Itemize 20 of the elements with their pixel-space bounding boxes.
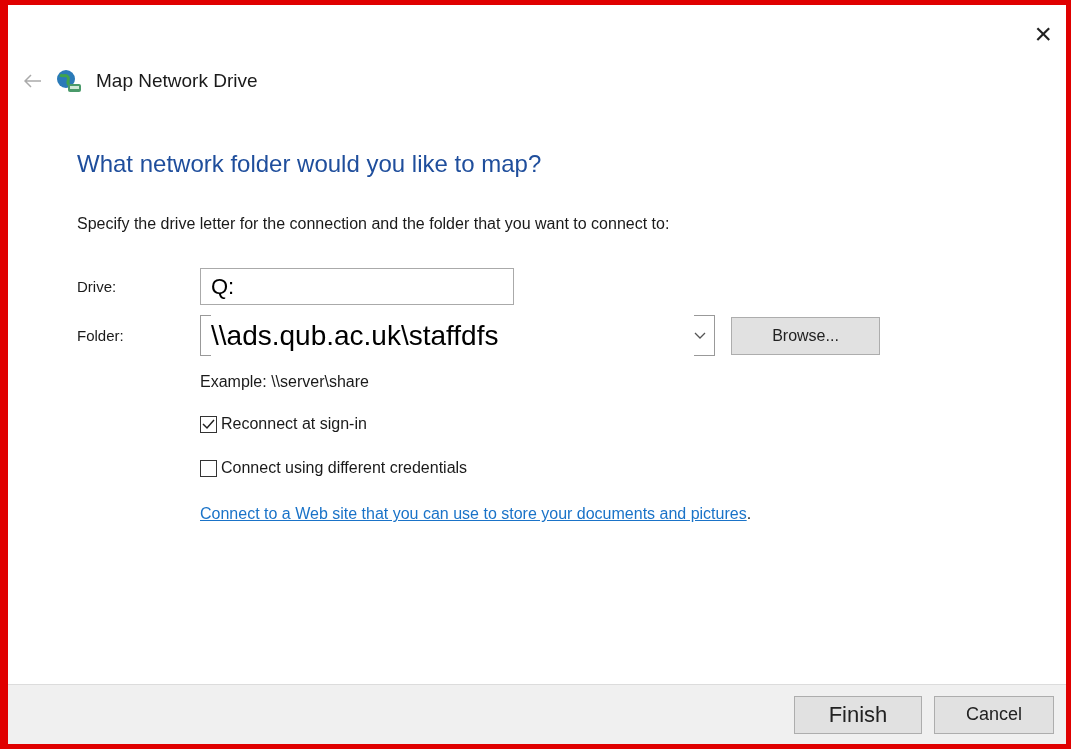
web-site-link[interactable]: Connect to a Web site that you can use to store your documents and pictures — [200, 505, 747, 523]
close-button[interactable]: × — [1028, 19, 1058, 49]
cancel-button[interactable]: Cancel — [934, 695, 1054, 734]
drive-label: Drive: — [77, 276, 118, 297]
link-period: . — [746, 505, 752, 523]
checkbox[interactable] — [200, 459, 217, 477]
checkbox[interactable] — [200, 415, 217, 433]
checkbox-label: Reconnect at sign-in — [221, 414, 367, 435]
browse-button[interactable]: Browse... — [731, 316, 880, 355]
finish-button[interactable]: Finish — [794, 695, 922, 734]
instruction-text: Specify the drive letter for the connection and the folder that you want to connect to: — [77, 214, 671, 235]
checkbox-label: Connect using different credentials — [221, 458, 468, 479]
example-text: Example: \\server\share — [200, 372, 370, 393]
window-title: Map Network Drive — [96, 69, 258, 93]
folder-label: Folder: — [77, 325, 125, 346]
drive-field[interactable]: Q: — [200, 268, 514, 306]
dropdown-caret-icon[interactable] — [694, 331, 706, 340]
dialog-heading: What network folder would you like to map? — [77, 149, 543, 179]
folder-combo-field[interactable]: \\ads.qub.ac.uk\staffdfs — [200, 315, 715, 357]
network-globe-icon — [56, 69, 82, 94]
